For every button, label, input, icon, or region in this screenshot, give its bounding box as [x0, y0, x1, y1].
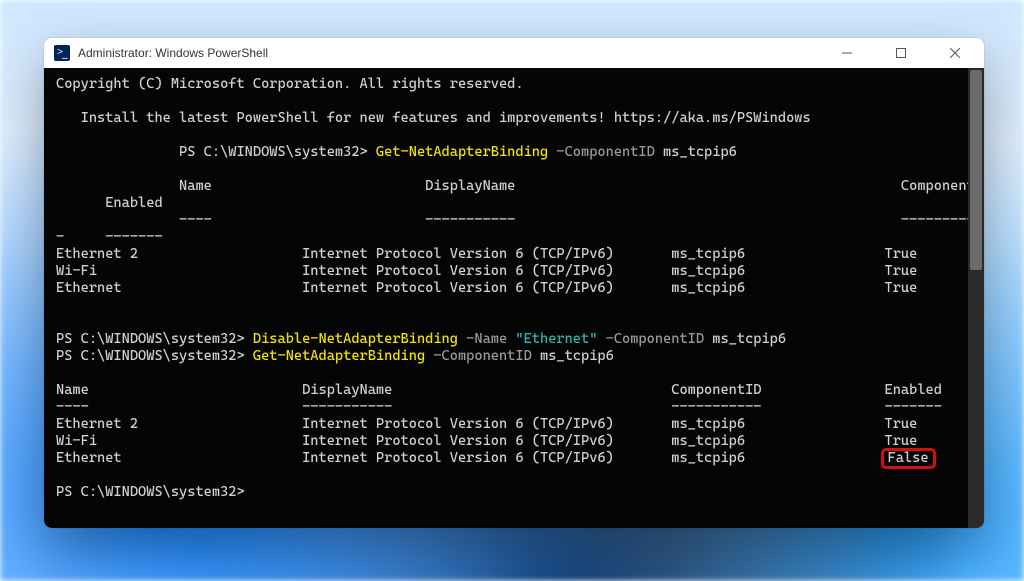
- window-title: Administrator: Windows PowerShell: [78, 46, 268, 60]
- close-button[interactable]: [932, 38, 978, 68]
- table2-row: Wi-Fi Internet Protocol Version 6 (TCP/I…: [56, 433, 972, 450]
- vertical-scrollbar[interactable]: [968, 68, 984, 528]
- highlight-enabled-false: False: [881, 448, 936, 469]
- table1-row: Wi-Fi Internet Protocol Version 6 (TCP/I…: [56, 263, 972, 280]
- scrollbar-thumb[interactable]: [970, 70, 982, 270]
- table1-row: Ethernet 2 Internet Protocol Version 6 (…: [56, 246, 972, 263]
- install-hint-line: Install the latest PowerShell for new fe…: [56, 110, 972, 127]
- copyright-line: Copyright (C) Microsoft Corporation. All…: [56, 76, 972, 93]
- prompt-cmd-2: PS C:\WINDOWS\system32> Disable-NetAdapt…: [56, 331, 972, 348]
- powershell-icon: [54, 45, 70, 61]
- prompt-idle: PS C:\WINDOWS\system32>: [56, 484, 972, 501]
- prompt-cmd-3: PS C:\WINDOWS\system32> Get-NetAdapterBi…: [56, 348, 972, 365]
- table1-row: Ethernet Internet Protocol Version 6 (TC…: [56, 280, 972, 297]
- prompt-cmd-1: PS C:\WINDOWS\system32> Get-NetAdapterBi…: [56, 144, 972, 161]
- table1-header: Name DisplayName ComponentID: [56, 178, 972, 195]
- terminal-client-area[interactable]: Copyright (C) Microsoft Corporation. All…: [44, 68, 984, 528]
- table2-header: Name DisplayName ComponentID Enabled: [56, 382, 972, 399]
- minimize-button[interactable]: [824, 38, 870, 68]
- table2-row: Ethernet Internet Protocol Version 6 (TC…: [56, 450, 972, 467]
- maximize-button[interactable]: [878, 38, 924, 68]
- titlebar[interactable]: Administrator: Windows PowerShell: [44, 38, 984, 69]
- terminal-output[interactable]: Copyright (C) Microsoft Corporation. All…: [56, 76, 972, 501]
- table2-row: Ethernet 2 Internet Protocol Version 6 (…: [56, 416, 972, 433]
- powershell-window: Administrator: Windows PowerShell Copyri…: [44, 38, 984, 528]
